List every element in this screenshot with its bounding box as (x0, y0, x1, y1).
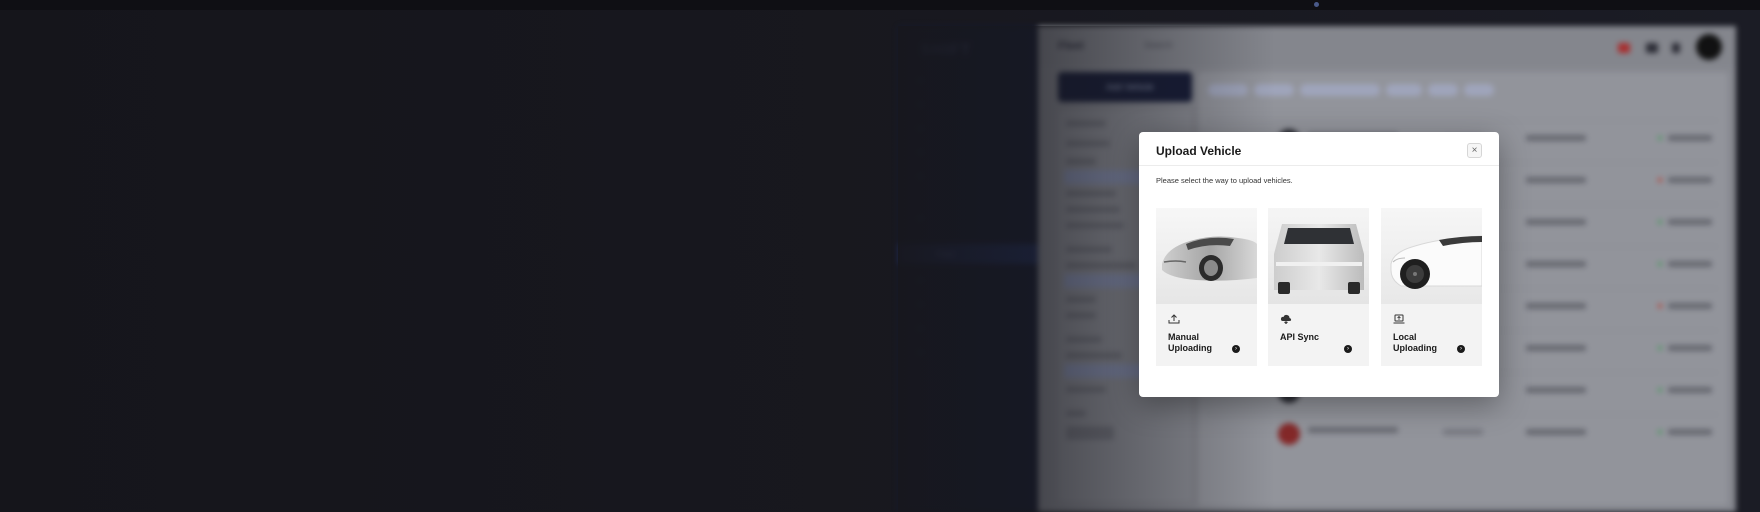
filter-chip (1464, 84, 1494, 96)
sidebar-item: ▪ (918, 348, 921, 357)
upload-icon (1168, 314, 1180, 324)
sidebar-item: ▪ (918, 214, 921, 223)
manual-uploading-card[interactable]: Manual Uploading › (1156, 208, 1257, 366)
card-label: API Sync (1280, 332, 1320, 342)
sidebar-item: ▪ (918, 148, 921, 157)
filter-label (1066, 120, 1106, 127)
page-title: Fleet (1058, 40, 1084, 52)
filter-heading (1066, 336, 1102, 343)
card-label: Local Uploading (1393, 332, 1437, 353)
filter-input (1066, 426, 1114, 440)
filter-option (1066, 312, 1096, 319)
chevron-right-icon: › (1344, 345, 1352, 353)
mail-icon (1646, 43, 1658, 53)
filter-chip (1208, 84, 1248, 96)
search-input: Search (1144, 40, 1173, 50)
sidebar-item: ▪ (918, 100, 921, 109)
chevron-right-icon: › (1457, 345, 1465, 353)
camera-dot (1314, 2, 1319, 7)
bell-icon (1672, 43, 1680, 53)
api-sync-card[interactable]: API Sync › (1268, 208, 1369, 366)
sidebar-item: ▪ (918, 124, 921, 133)
cloud-sync-icon (1280, 314, 1292, 324)
sidebar-item-fleet: Fleet (898, 244, 1038, 264)
filter-chip (1254, 84, 1294, 96)
laptop-upload-icon (1393, 314, 1405, 324)
top-strip (0, 0, 1760, 10)
filter-option (1066, 352, 1122, 359)
sidebar-item: ▪ (918, 276, 921, 285)
upload-vehicle-modal: Upload Vehicle × Please select the way t… (1139, 132, 1499, 397)
filter-option (1066, 262, 1136, 269)
car-image (1268, 208, 1369, 304)
local-uploading-card[interactable]: Local Uploading › (1381, 208, 1482, 366)
modal-description: Please select the way to upload vehicles… (1156, 176, 1293, 185)
filter-option (1066, 206, 1120, 213)
add-vehicle-button: Add Vehicle (1058, 72, 1192, 102)
filter-option (1066, 222, 1124, 229)
sidebar-item: ▪ (918, 324, 921, 333)
filter-option (1066, 296, 1096, 303)
car-image (1156, 208, 1257, 304)
filter-chip (1300, 84, 1380, 96)
upload-options: Manual Uploading › API Sync › Local Uplo… (1156, 208, 1482, 366)
modal-title: Upload Vehicle (1156, 144, 1242, 158)
table-row (1208, 414, 1718, 452)
car-image (1381, 208, 1482, 304)
app-header: Fleet Search (1038, 26, 1736, 66)
filter-option (1066, 158, 1096, 165)
card-label: Manual Uploading (1168, 332, 1212, 353)
flag-icon (1618, 43, 1630, 53)
close-button[interactable]: × (1467, 143, 1482, 158)
filter-heading (1066, 140, 1110, 147)
sidebar-item: ▪ (918, 76, 921, 85)
modal-header: Upload Vehicle × (1139, 132, 1499, 166)
avatar (1696, 34, 1722, 60)
filter-chip (1428, 84, 1458, 96)
filter-option (1066, 386, 1106, 393)
app-logo: SHIFT (920, 42, 972, 59)
sidebar-item: ▪ (918, 300, 921, 309)
filter-chip (1386, 84, 1422, 96)
filter-heading (1066, 246, 1112, 253)
filter-option (1066, 190, 1116, 197)
app-sidebar: SHIFT ▪ ▪ ▪ ▪ ▪ ▪ Fleet ▪ ▪ ▪ ▪ (898, 26, 1038, 512)
chevron-right-icon: › (1232, 345, 1240, 353)
sidebar-item: ▪ (918, 172, 921, 181)
filter-heading (1066, 410, 1086, 417)
